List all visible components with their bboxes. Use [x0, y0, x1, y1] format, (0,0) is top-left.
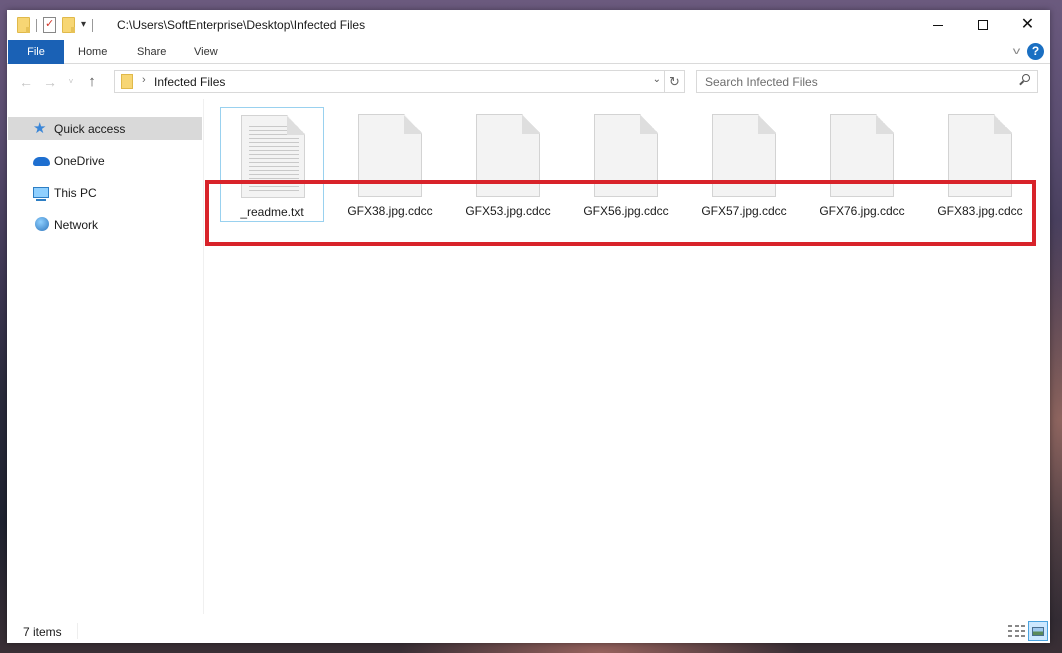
file-item[interactable]: GFX76.jpg.cdcc: [810, 107, 914, 222]
status-separator: [77, 623, 78, 639]
blank-document-icon: [594, 114, 658, 197]
quick-access-toolbar: ▾: [17, 17, 94, 33]
new-folder-icon[interactable]: [62, 17, 75, 33]
up-arrow-icon[interactable]: ↑: [85, 73, 99, 90]
search-input[interactable]: Search Infected Files: [696, 70, 1038, 93]
cloud-icon: [33, 153, 50, 169]
blank-document-icon: [476, 114, 540, 197]
properties-icon[interactable]: [43, 17, 56, 33]
file-name: GFX53.jpg.cdcc: [465, 204, 551, 218]
tab-home[interactable]: Home: [64, 40, 121, 64]
toolbar-separator: [92, 18, 94, 32]
file-item[interactable]: GFX56.jpg.cdcc: [574, 107, 678, 222]
tab-view[interactable]: View: [180, 40, 232, 64]
file-item[interactable]: GFX53.jpg.cdcc: [456, 107, 560, 222]
file-name: _readme.txt: [240, 205, 304, 219]
file-list: _readme.txt GFX38.jpg.cdcc GFX53.jpg.cdcc G…: [205, 99, 1050, 614]
file-item[interactable]: _readme.txt: [220, 107, 324, 222]
close-button[interactable]: ✕: [1005, 10, 1050, 40]
status-bar: 7 items: [7, 617, 1050, 643]
tab-share[interactable]: Share: [123, 40, 180, 64]
file-name: GFX76.jpg.cdcc: [819, 204, 905, 218]
refresh-icon[interactable]: ↻: [664, 71, 684, 92]
navigation-bar: ← → ˅ ↑ › Infected Files ⌄ ↻ Search Infe…: [7, 65, 1050, 99]
customize-toolbar-dropdown-icon[interactable]: ▾: [81, 20, 86, 30]
sidebar-item-onedrive[interactable]: OneDrive: [8, 149, 202, 172]
blank-document-icon: [358, 114, 422, 197]
title-bar: ▾ C:\Users\SoftEnterprise\Desktop\Infect…: [7, 10, 1050, 40]
navigation-buttons: ← → ˅ ↑: [19, 73, 99, 90]
back-arrow-icon[interactable]: ←: [19, 74, 33, 90]
file-item[interactable]: GFX38.jpg.cdcc: [338, 107, 442, 222]
blank-document-icon: [830, 114, 894, 197]
help-icon[interactable]: ?: [1027, 43, 1044, 60]
monitor-icon: [33, 185, 49, 201]
sidebar-item-label: OneDrive: [54, 153, 105, 168]
sidebar-item-quick-access[interactable]: ★ Quick access: [8, 117, 202, 140]
details-view-icon[interactable]: [1008, 624, 1025, 638]
file-name: GFX83.jpg.cdcc: [937, 204, 1023, 218]
sidebar-item-label: Quick access: [54, 121, 126, 136]
maximize-icon: [977, 20, 988, 30]
blank-document-icon: [712, 114, 776, 197]
ribbon: File Home Share View v ?: [7, 40, 1050, 64]
search-icon[interactable]: [1018, 74, 1030, 88]
recent-locations-chevron-icon[interactable]: ˅: [67, 77, 75, 86]
sidebar-item-label: This PC: [54, 185, 97, 200]
window-title: C:\Users\SoftEnterprise\Desktop\Infected…: [117, 18, 366, 32]
sidebar-item-label: Network: [54, 217, 99, 232]
star-icon: ★: [33, 119, 47, 137]
navigation-pane: ★ Quick access OneDrive This PC Network: [7, 99, 204, 614]
sidebar-item-network[interactable]: Network: [8, 213, 202, 236]
address-bar[interactable]: › Infected Files ⌄ ↻: [114, 70, 685, 93]
forward-arrow-icon[interactable]: →: [43, 74, 57, 90]
file-name: GFX56.jpg.cdcc: [583, 204, 669, 218]
item-count: 7 items: [23, 625, 62, 639]
breadcrumb-current-folder[interactable]: Infected Files: [154, 75, 225, 89]
file-explorer-window: ▾ C:\Users\SoftEnterprise\Desktop\Infect…: [7, 10, 1050, 643]
breadcrumb-chevron-icon[interactable]: ›: [142, 74, 146, 86]
close-icon: ✕: [1020, 16, 1035, 33]
tab-file[interactable]: File: [8, 40, 64, 64]
minimize-icon: [932, 24, 943, 26]
network-icon: [33, 216, 49, 233]
view-toggle: [1008, 621, 1048, 641]
ribbon-right-controls: v ?: [1013, 43, 1044, 60]
maximize-button[interactable]: [960, 10, 1005, 40]
expand-ribbon-chevron-icon[interactable]: v: [1013, 46, 1021, 57]
sidebar-item-this-pc[interactable]: This PC: [8, 181, 202, 204]
minimize-button[interactable]: [915, 10, 960, 40]
address-dropdown-chevron-icon[interactable]: ⌄: [653, 74, 661, 85]
blank-document-icon: [948, 114, 1012, 197]
folder-icon: [121, 74, 133, 89]
file-name: GFX57.jpg.cdcc: [701, 204, 787, 218]
folder-icon[interactable]: [17, 17, 30, 33]
file-name: GFX38.jpg.cdcc: [347, 204, 433, 218]
search-placeholder: Search Infected Files: [705, 75, 818, 89]
file-item[interactable]: GFX83.jpg.cdcc: [928, 107, 1032, 222]
file-item[interactable]: GFX57.jpg.cdcc: [692, 107, 796, 222]
window-controls: ✕: [915, 10, 1050, 40]
toolbar-separator: [36, 18, 37, 32]
large-icons-view-icon[interactable]: [1028, 621, 1048, 641]
text-document-icon: [241, 115, 305, 198]
